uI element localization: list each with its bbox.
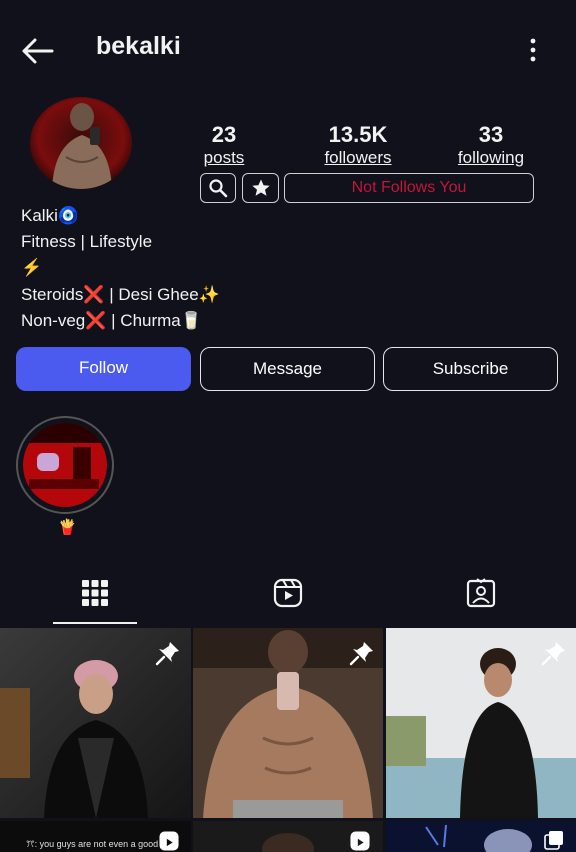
post-thumbnail[interactable]: ꔫ: you guys are not even a good du <box>0 821 191 852</box>
followers-label: followers <box>324 148 392 167</box>
post-thumbnail[interactable] <box>0 628 191 818</box>
posts-stat[interactable]: 23 posts <box>198 122 250 168</box>
reels-icon <box>350 831 370 851</box>
highlight-cover <box>23 423 107 507</box>
active-tab-indicator <box>53 622 137 624</box>
bio-line: ⚡ <box>21 258 43 277</box>
reels-icon[interactable] <box>273 578 303 608</box>
message-button[interactable]: Message <box>200 347 375 391</box>
back-arrow-icon[interactable] <box>20 36 54 66</box>
tagged-icon[interactable] <box>466 578 496 608</box>
bio-line: Non-veg❌ | Churma🥛 <box>21 311 202 330</box>
followers-stat[interactable]: 13.5K followers <box>310 122 406 168</box>
more-vert-icon[interactable] <box>522 36 544 64</box>
reel-caption: ꔫ: you guys are not even a good du <box>26 839 171 849</box>
search-icon <box>209 179 228 198</box>
profile-username: bekalki <box>96 32 181 60</box>
follow-button[interactable]: Follow <box>16 347 191 391</box>
display-name: Kalki🧿 <box>21 206 80 225</box>
pin-icon <box>541 642 565 666</box>
followers-count: 13.5K <box>328 122 388 147</box>
carousel-icon <box>544 831 563 850</box>
following-count: 33 <box>478 122 504 147</box>
posts-count: 23 <box>211 122 237 147</box>
star-icon <box>251 179 270 196</box>
post-thumbnail[interactable] <box>386 821 576 852</box>
bio-line: Steroids❌ | Desi Ghee✨ <box>21 285 220 304</box>
search-profile-button[interactable] <box>200 173 236 203</box>
subscribe-button[interactable]: Subscribe <box>383 347 558 391</box>
reels-icon <box>159 831 179 851</box>
grid-icon[interactable] <box>80 578 110 608</box>
favorite-button[interactable] <box>242 173 279 203</box>
following-label: following <box>457 148 525 167</box>
post-thumbnail[interactable] <box>193 821 383 852</box>
bio-line: Fitness | Lifestyle <box>21 232 153 251</box>
pin-icon <box>155 642 179 666</box>
relationship-status: Not Follows You <box>284 173 534 203</box>
post-thumbnail[interactable] <box>193 628 383 818</box>
following-stat[interactable]: 33 following <box>448 122 534 168</box>
avatar-image <box>30 97 132 189</box>
post-thumbnail[interactable] <box>386 628 576 818</box>
posts-label: posts <box>203 148 245 167</box>
pin-icon <box>349 642 373 666</box>
highlight-label: 🍟 <box>58 519 77 536</box>
avatar[interactable] <box>30 97 132 189</box>
story-highlight[interactable] <box>16 416 114 514</box>
